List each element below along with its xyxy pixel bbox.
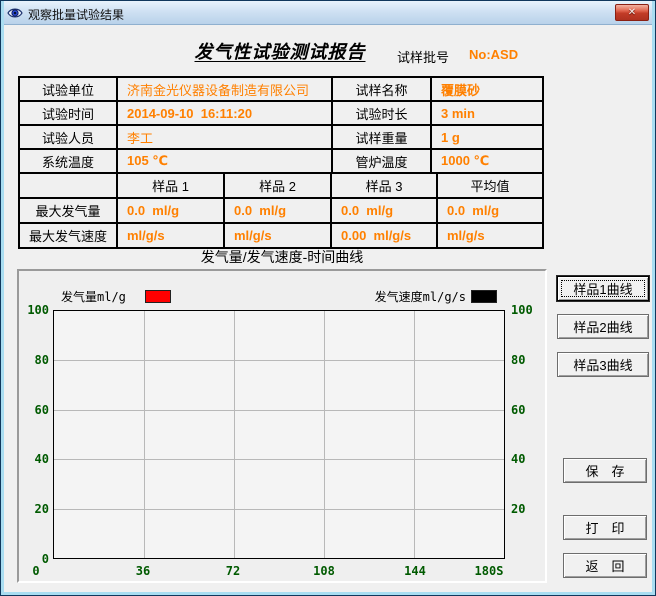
test-duration-label: 试验时长 <box>332 101 431 125</box>
sample1-header: 样品 1 <box>117 173 224 198</box>
average-header: 平均值 <box>437 173 543 198</box>
table-row: 试验单位 济南金光仪器设备制造有限公司 试样名称 覆膜砂 <box>19 77 543 101</box>
sample1-curve-button[interactable]: 样品1曲线 <box>557 276 649 301</box>
y-left-tick: 80 <box>21 352 49 368</box>
sample3-header: 样品 3 <box>331 173 437 198</box>
empty-corner-cell <box>19 173 117 198</box>
x-tick: 180S <box>466 563 512 579</box>
gridline <box>54 360 504 361</box>
table-row: 最大发气速度 ml/g/s ml/g/s 0.00 ml/g/s ml/g/s <box>19 223 543 248</box>
sample2-header: 样品 2 <box>224 173 331 198</box>
y-left-tick: 40 <box>21 451 49 467</box>
dialog-window: 观察批量试验结果 ✕ 发气性试验测试报告 试样批号 No:ASD 试验单位 济南… <box>0 0 656 596</box>
gridline <box>54 509 504 510</box>
table-row: 最大发气量 0.0 ml/g 0.0 ml/g 0.0 ml/g 0.0 ml/… <box>19 198 543 223</box>
window-title: 观察批量试验结果 <box>28 6 124 23</box>
test-unit-label: 试验单位 <box>19 77 117 101</box>
test-info-table: 试验单位 济南金光仪器设备制造有限公司 试样名称 覆膜砂 试验时间 2014-0… <box>18 76 544 174</box>
eye-icon <box>7 5 23 21</box>
max-gas-rate-s1: ml/g/s <box>117 223 224 248</box>
test-operator-label: 试验人员 <box>19 125 117 149</box>
y-right-tick: 20 <box>511 501 545 517</box>
table-row: 试验人员 李工 试样重量 1 g <box>19 125 543 149</box>
sample-weight-label: 试样重量 <box>332 125 431 149</box>
chart-panel: 发气量ml/g 发气速度ml/g/s 100 80 60 40 20 0 100… <box>17 269 547 583</box>
max-gas-volume-s3: 0.0 ml/g <box>331 198 437 223</box>
gas-volume-legend-label: 发气量ml/g <box>61 288 126 305</box>
back-button[interactable]: 返 回 <box>563 553 647 578</box>
x-tick: 108 <box>304 563 344 579</box>
test-unit-value: 济南金光仪器设备制造有限公司 <box>117 77 332 101</box>
gridline <box>234 311 235 558</box>
table-row: 样品 1 样品 2 样品 3 平均值 <box>19 173 543 198</box>
max-gas-rate-label: 最大发气速度 <box>19 223 117 248</box>
max-gas-rate-s2: ml/g/s <box>224 223 331 248</box>
close-button[interactable]: ✕ <box>615 4 649 21</box>
max-gas-rate-s3: 0.00 ml/g/s <box>331 223 437 248</box>
max-gas-rate-avg: ml/g/s <box>437 223 543 248</box>
results-table: 样品 1 样品 2 样品 3 平均值 最大发气量 0.0 ml/g 0.0 ml… <box>18 172 544 249</box>
max-gas-volume-avg: 0.0 ml/g <box>437 198 543 223</box>
table-row: 系统温度 105 ℃ 管炉温度 1000 ℃ <box>19 149 543 173</box>
gridline <box>54 410 504 411</box>
save-button[interactable]: 保 存 <box>563 458 647 483</box>
x-tick: 36 <box>123 563 163 579</box>
test-operator-value: 李工 <box>117 125 332 149</box>
y-left-tick: 60 <box>21 402 49 418</box>
sample2-curve-button[interactable]: 样品2曲线 <box>557 314 649 339</box>
system-temp-value: 105 ℃ <box>117 149 332 173</box>
x-origin-tick: 0 <box>26 563 46 579</box>
y-right-tick: 60 <box>511 402 545 418</box>
gas-volume-legend-swatch <box>145 290 171 303</box>
y-left-tick: 20 <box>21 501 49 517</box>
sample-name-label: 试样名称 <box>332 77 431 101</box>
chart-title: 发气量/发气速度-时间曲线 <box>17 247 547 267</box>
max-gas-volume-s2: 0.0 ml/g <box>224 198 331 223</box>
sample-name-value: 覆膜砂 <box>431 77 543 101</box>
x-tick: 72 <box>213 563 253 579</box>
gas-rate-legend-swatch <box>471 290 497 303</box>
test-time-label: 试验时间 <box>19 101 117 125</box>
max-gas-volume-label: 最大发气量 <box>19 198 117 223</box>
system-temp-label: 系统温度 <box>19 149 117 173</box>
table-row: 试验时间 2014-09-10 16:11:20 试验时长 3 min <box>19 101 543 125</box>
batch-number-label: 试样批号 <box>397 47 449 66</box>
report-title: 发气性试验测试报告 <box>18 38 542 64</box>
x-tick: 144 <box>395 563 435 579</box>
test-duration-value: 3 min <box>431 101 543 125</box>
title-bar[interactable]: 观察批量试验结果 ✕ <box>1 1 655 25</box>
test-time-value: 2014-09-10 16:11:20 <box>117 101 332 125</box>
gridline <box>144 311 145 558</box>
gridline <box>324 311 325 558</box>
y-right-tick: 80 <box>511 352 545 368</box>
batch-number-value: No:ASD <box>469 47 518 62</box>
gridline <box>54 459 504 460</box>
gridline <box>414 311 415 558</box>
y-right-tick: 40 <box>511 451 545 467</box>
y-left-tick: 100 <box>21 302 49 318</box>
furnace-temp-label: 管炉温度 <box>332 149 431 173</box>
print-button[interactable]: 打 印 <box>563 515 647 540</box>
y-right-tick: 100 <box>511 302 545 318</box>
gas-rate-legend-label: 发气速度ml/g/s <box>358 288 466 305</box>
sample3-curve-button[interactable]: 样品3曲线 <box>557 352 649 377</box>
plot-area <box>53 310 505 559</box>
furnace-temp-value: 1000 ℃ <box>431 149 543 173</box>
max-gas-volume-s1: 0.0 ml/g <box>117 198 224 223</box>
sample-weight-value: 1 g <box>431 125 543 149</box>
